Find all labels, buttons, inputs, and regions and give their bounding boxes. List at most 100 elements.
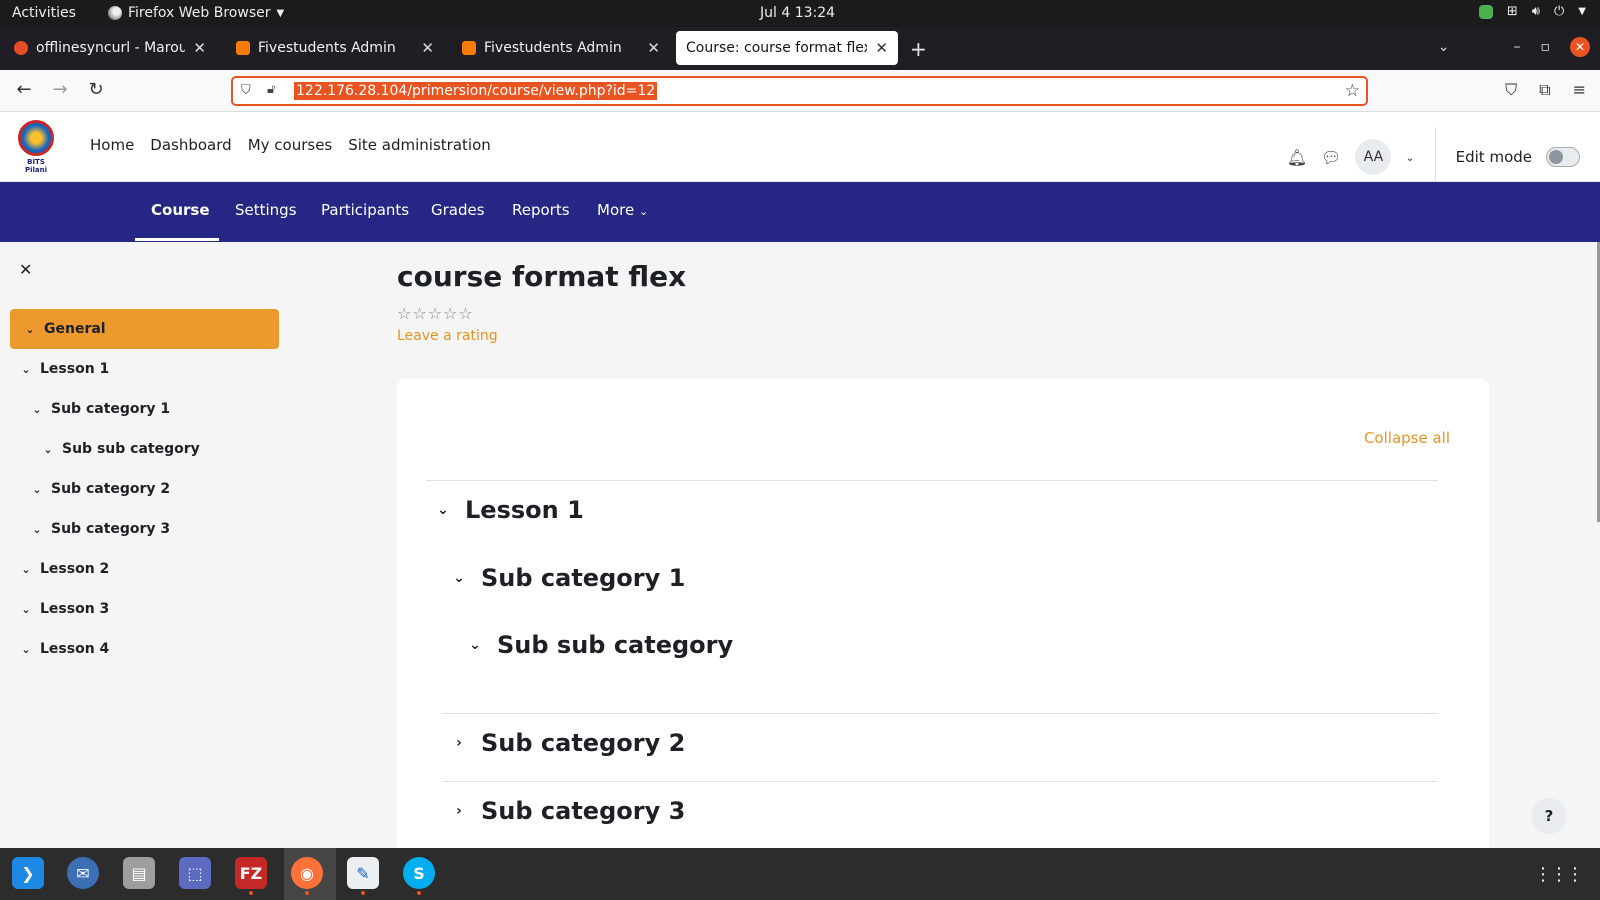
chevron-down-icon[interactable]: ⌄	[24, 323, 36, 336]
url-text[interactable]: 122.176.28.104/primersion/course/view.ph…	[294, 82, 658, 100]
chevron-down-icon[interactable]: ⌄	[42, 443, 54, 456]
browser-tab[interactable]: Fivestudents Admin ✕	[226, 31, 444, 65]
avatar[interactable]: AA	[1355, 139, 1392, 175]
tab-course[interactable]: Course	[151, 201, 210, 219]
course-index-item[interactable]: ⌄ Lesson 1	[20, 349, 109, 389]
back-icon[interactable]: ←	[12, 79, 36, 100]
chevron-down-icon[interactable]: ⌄	[31, 523, 43, 536]
section-divider	[442, 713, 1438, 714]
network-icon[interactable]: ⊞	[1507, 4, 1518, 19]
tab-grades[interactable]: Grades	[431, 201, 485, 219]
site-logo[interactable]: BITS Pilani	[16, 120, 56, 174]
section-title[interactable]: Sub category 3	[481, 797, 685, 825]
nav-my-courses[interactable]: My courses	[248, 136, 333, 154]
toolbar-right: ⛉ ⧉ ≡	[1505, 80, 1586, 100]
leave-rating-link[interactable]: Leave a rating	[397, 328, 498, 344]
chevron-right-icon[interactable]: ›	[451, 803, 467, 819]
section-title[interactable]: Lesson 1	[465, 496, 584, 524]
course-index-item[interactable]: ⌄ Lesson 3	[20, 589, 109, 629]
clock[interactable]: Jul 4 13:24	[760, 5, 835, 21]
course-index-item[interactable]: ⌄ Sub category 1	[31, 389, 170, 429]
menu-icon[interactable]: ≡	[1573, 80, 1586, 100]
course-index-item[interactable]: ⌄ Sub category 2	[31, 469, 170, 509]
course-index-label: Lesson 2	[40, 561, 110, 577]
course-index-item[interactable]: ⌄ Lesson 4	[20, 629, 109, 669]
course-index-item[interactable]: ⌄ Sub category 3	[31, 509, 170, 549]
firefox-icon[interactable]: ◉	[291, 857, 323, 895]
section-title[interactable]: Sub category 2	[481, 729, 685, 757]
notifications-bell-icon[interactable]: 🔔︎	[1287, 148, 1307, 167]
reload-icon[interactable]: ↻	[84, 79, 108, 100]
tab-more[interactable]: More ⌄	[597, 201, 648, 219]
course-index-item[interactable]: ⌄ General	[10, 309, 279, 349]
chevron-down-icon[interactable]: ⌄	[435, 502, 451, 518]
user-menu-chevron-down-icon[interactable]: ⌄	[1405, 151, 1414, 164]
collapse-all-link[interactable]: Collapse all	[1364, 429, 1450, 447]
chevron-down-icon[interactable]: ⌄	[20, 603, 32, 616]
edit-mode-toggle[interactable]	[1546, 147, 1580, 167]
maximize-icon[interactable]: ▫	[1541, 39, 1551, 55]
chevron-down-icon[interactable]: ⌄	[20, 643, 32, 656]
messages-icon[interactable]: 💬︎	[1321, 148, 1341, 167]
section-header[interactable]: › Sub category 2	[451, 729, 685, 757]
section-header[interactable]: ⌄ Lesson 1	[435, 496, 584, 524]
filezilla-icon[interactable]: FZ	[235, 857, 267, 895]
course-index-item[interactable]: ⌄ Sub sub category	[42, 429, 199, 469]
nav-home[interactable]: Home	[90, 136, 134, 154]
extensions-icon[interactable]: ⧉	[1539, 80, 1550, 100]
chevron-down-icon[interactable]: ⌄	[467, 637, 483, 653]
section-title[interactable]: Sub category 1	[481, 564, 685, 592]
url-bar[interactable]: ⛉ 🔓︎ 122.176.28.104/primersion/course/vi…	[231, 76, 1368, 106]
browser-tab[interactable]: Fivestudents Admin ✕	[452, 31, 670, 65]
update-icon[interactable]	[1478, 4, 1493, 19]
system-tray[interactable]: ⊞ 🔊︎ ⏻ ▼	[1478, 4, 1586, 19]
rating-stars-icon[interactable]: ☆☆☆☆☆	[397, 304, 474, 323]
course-index-item[interactable]: ⌄ Lesson 2	[20, 549, 109, 589]
chevron-down-icon[interactable]: ⌄	[20, 563, 32, 576]
chevron-down-icon[interactable]: ⌄	[20, 363, 32, 376]
activities-button[interactable]: Activities	[12, 5, 76, 21]
new-tab-button[interactable]: +	[910, 37, 927, 61]
text-editor-icon[interactable]: ✎	[347, 857, 379, 895]
help-button[interactable]: ?	[1531, 798, 1567, 834]
tab-participants[interactable]: Participants	[321, 201, 409, 219]
caret-down-icon[interactable]: ▼	[1578, 6, 1586, 17]
vscode-icon[interactable]: ❯	[12, 857, 44, 889]
nav-site-administration[interactable]: Site administration	[348, 136, 491, 154]
show-applications-icon[interactable]: ⋮⋮⋮	[1534, 864, 1584, 885]
primary-navigation: Home Dashboard My courses Site administr…	[90, 136, 491, 154]
pocket-icon[interactable]: ⛉	[1505, 80, 1517, 100]
files-icon[interactable]: ▤	[123, 857, 155, 889]
section-header[interactable]: ⌄ Sub sub category	[467, 631, 733, 659]
chevron-down-icon[interactable]: ⌄	[451, 570, 467, 586]
section-header[interactable]: ⌄ Sub category 1	[451, 564, 685, 592]
bookmark-star-icon[interactable]: ☆	[1345, 81, 1360, 101]
forward-icon[interactable]: →	[48, 79, 72, 100]
tab-close-icon[interactable]: ✕	[193, 39, 206, 57]
close-window-icon[interactable]: ✕	[1570, 37, 1590, 57]
skype-icon[interactable]: S	[403, 857, 435, 895]
insecure-lock-icon[interactable]: 🔓︎	[267, 82, 275, 97]
minimize-icon[interactable]: –	[1514, 39, 1521, 55]
close-drawer-icon[interactable]: ✕	[19, 260, 32, 279]
tab-close-icon[interactable]: ✕	[875, 39, 888, 57]
shield-icon[interactable]: ⛉	[241, 83, 251, 98]
chevron-down-icon[interactable]: ⌄	[31, 483, 43, 496]
volume-icon[interactable]: 🔊︎	[1532, 4, 1540, 19]
section-title[interactable]: Sub sub category	[497, 631, 733, 659]
thunderbird-icon[interactable]: ✉	[67, 857, 99, 889]
chevron-right-icon[interactable]: ›	[451, 735, 467, 751]
browser-tab[interactable]: offlinesyncurl - Marouane ✕	[4, 31, 216, 65]
tab-close-icon[interactable]: ✕	[647, 39, 660, 57]
tab-settings[interactable]: Settings	[235, 201, 297, 219]
tab-reports[interactable]: Reports	[512, 201, 570, 219]
power-icon[interactable]: ⏻	[1554, 4, 1564, 19]
tab-close-icon[interactable]: ✕	[421, 39, 434, 57]
screenshot-icon[interactable]: ⬚	[179, 857, 211, 889]
section-header[interactable]: › Sub category 3	[451, 797, 685, 825]
app-menu[interactable]: Firefox Web Browser ▼	[108, 5, 284, 21]
browser-tab-active[interactable]: Course: course format flex ✕	[676, 31, 898, 65]
list-all-tabs-icon[interactable]: ⌄	[1438, 39, 1450, 55]
nav-dashboard[interactable]: Dashboard	[150, 136, 231, 154]
chevron-down-icon[interactable]: ⌄	[31, 403, 43, 416]
